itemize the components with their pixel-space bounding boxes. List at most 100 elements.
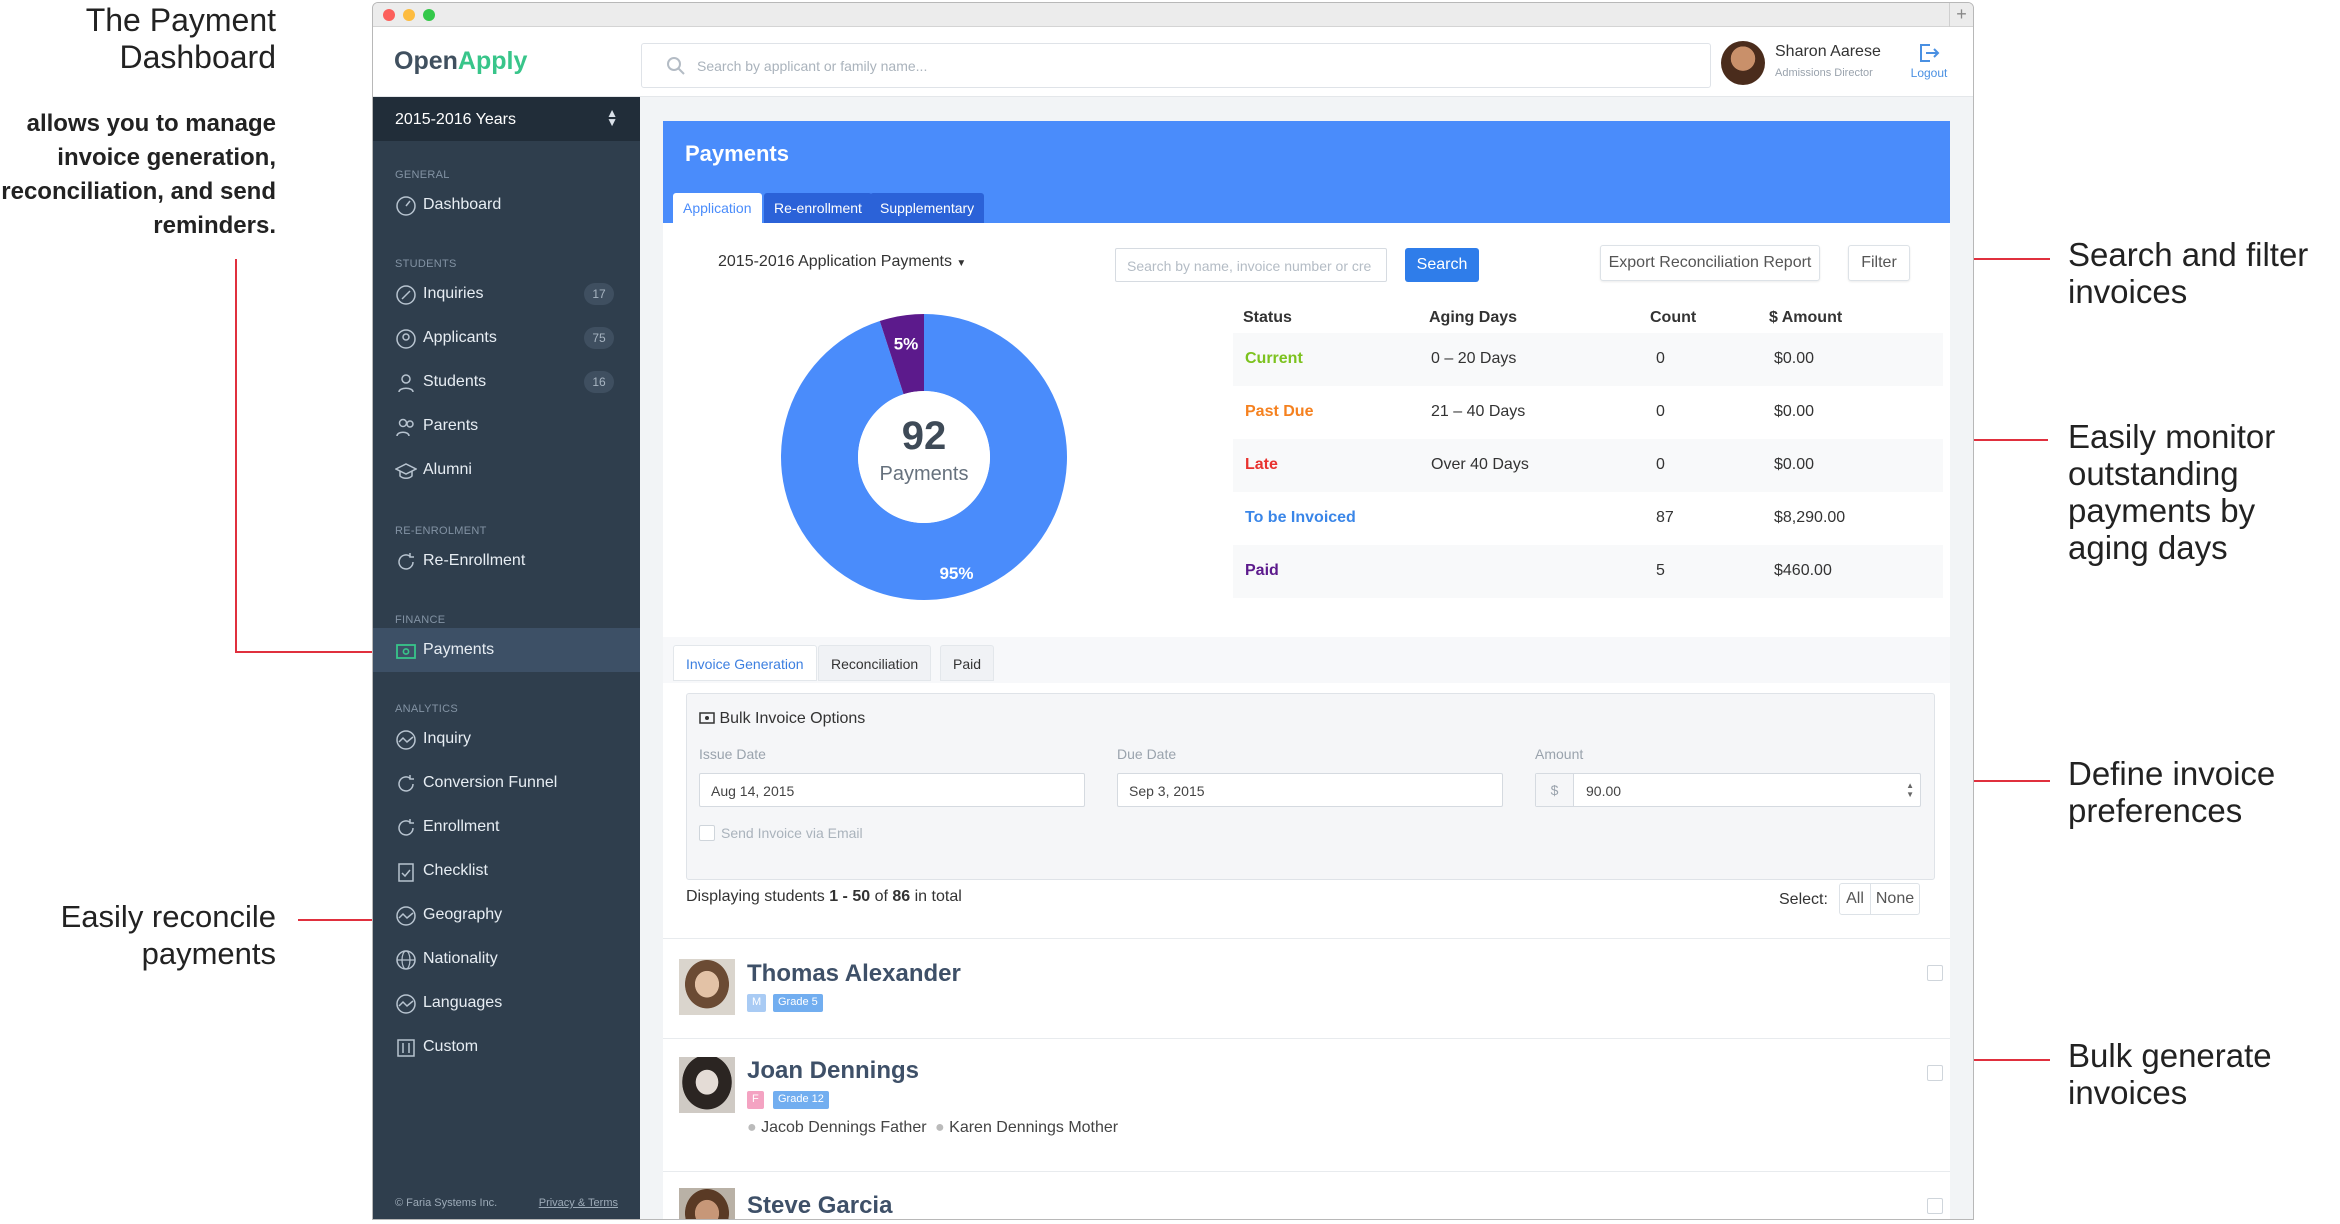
logout-button[interactable]: Logout (1907, 43, 1951, 80)
avatar[interactable] (1721, 41, 1765, 85)
sidebar-item-payments[interactable]: Payments (373, 628, 640, 672)
stepper-arrows-icon[interactable]: ▲ ▼ (1906, 781, 1914, 799)
student-name[interactable]: Joan Dennings (747, 1057, 919, 1085)
amount-value: 90.00 (1586, 783, 1622, 799)
table-row[interactable]: Past Due 21 – 40 Days 0 $0.00 (1233, 386, 1943, 439)
user-icon: ● (935, 1119, 945, 1136)
student-select-checkbox[interactable] (1927, 965, 1943, 981)
family-member[interactable]: Jacob Dennings Father (761, 1119, 926, 1136)
sidebar-item-dashboard[interactable]: Dashboard (373, 183, 640, 227)
list-item[interactable]: Joan Dennings F Grade 12 ● Jacob Denning… (663, 1038, 1950, 1171)
sidebar: 2015-2016 Years ▲ ▼ GENERAL Dashboard STU… (373, 97, 640, 1219)
app-logo[interactable]: OpenApply (394, 47, 527, 76)
issue-date-field[interactable]: Aug 14, 2015 (699, 773, 1085, 807)
sidebar-item-label: Conversion Funnel (423, 774, 558, 791)
sidebar-item-languages[interactable]: Languages (373, 981, 640, 1025)
due-date-field[interactable]: Sep 3, 2015 (1117, 773, 1503, 807)
select-all-button[interactable]: All (1839, 883, 1871, 915)
top-bar: OpenApply Search by applicant or family … (373, 27, 1973, 97)
amount-value: $0.00 (1774, 456, 1815, 473)
sidebar-item-label: Languages (423, 994, 503, 1011)
sidebar-item-parents[interactable]: Parents (373, 404, 640, 448)
sidebar-item-conversion-funnel[interactable]: Conversion Funnel (373, 761, 640, 805)
new-tab-icon[interactable]: + (1949, 3, 1973, 27)
sidebar-item-reenrollment[interactable]: Re-Enrollment (373, 539, 640, 583)
select-none-button[interactable]: None (1870, 883, 1920, 915)
gender-badge: F (747, 1091, 764, 1109)
sidebar-item-inquiries[interactable]: Inquiries 17 (373, 272, 640, 316)
count-badge: 17 (584, 283, 614, 305)
gender-badge: M (747, 994, 767, 1012)
export-report-button[interactable]: Export Reconciliation Report (1600, 245, 1820, 281)
sidebar-item-label: Inquiries (423, 285, 484, 302)
count-badge: 75 (584, 327, 614, 349)
list-item[interactable]: Steve Garcia (663, 1171, 1950, 1219)
line-chart-icon (396, 994, 416, 1014)
sidebar-item-label: Inquiry (423, 730, 472, 747)
table-row[interactable]: Paid 5 $460.00 (1233, 545, 1943, 598)
sidebar-item-checklist[interactable]: Checklist (373, 849, 640, 893)
sidebar-item-students[interactable]: Students 16 (373, 360, 640, 404)
annotation-define: Define invoice preferences (2068, 755, 2276, 829)
tab-supplementary[interactable]: Supplementary (870, 193, 985, 223)
donut-large-percent: 95% (939, 564, 973, 583)
sidebar-item-enrollment[interactable]: Enrollment (373, 805, 640, 849)
tab-paid[interactable]: Paid (940, 645, 995, 681)
users-icon (396, 418, 414, 437)
amount-stepper[interactable]: $ 90.00 ▲ ▼ (1535, 773, 1921, 807)
aging-value: 21 – 40 Days (1431, 403, 1526, 420)
sidebar-item-nationality[interactable]: Nationality (373, 937, 640, 981)
invoice-search-input[interactable]: Search by name, invoice number or cre (1115, 248, 1387, 282)
student-name[interactable]: Thomas Alexander (747, 960, 961, 988)
connector-line (235, 651, 393, 653)
logout-label: Logout (1910, 66, 1948, 80)
privacy-terms-link[interactable]: Privacy & Terms (539, 1197, 618, 1209)
tab-reenrollment[interactable]: Re-enrollment (764, 193, 872, 223)
student-select-checkbox[interactable] (1927, 1065, 1943, 1081)
sidebar-item-label: Nationality (423, 950, 498, 967)
annotation-reconcile: Easily reconcile payments (60, 899, 276, 971)
payments-period-dropdown[interactable]: 2015-2016 Application Payments ▼ (718, 253, 966, 271)
amount-value: $0.00 (1774, 403, 1815, 420)
sidebar-item-inquiry[interactable]: Inquiry (373, 717, 640, 761)
family-member[interactable]: Karen Dennings Mother (949, 1119, 1118, 1136)
annotation-title: The Payment Dashboard (85, 2, 276, 75)
donut-count: 92 (902, 414, 947, 458)
annotation-bulk: Bulk generate invoices (2068, 1037, 2272, 1111)
table-row[interactable]: To be Invoiced 87 $8,290.00 (1233, 492, 1943, 545)
zoom-window-button[interactable] (423, 9, 435, 21)
dropdown-label: 2015-2016 Application Payments (718, 253, 952, 270)
sidebar-item-geography[interactable]: Geography (373, 893, 640, 937)
refresh-icon (398, 553, 414, 570)
amount-value: $0.00 (1774, 350, 1815, 367)
tab-invoice-generation[interactable]: Invoice Generation (673, 645, 817, 681)
sidebar-item-alumni[interactable]: Alumni (373, 448, 640, 492)
student-select-checkbox[interactable] (1927, 1198, 1943, 1214)
filter-button[interactable]: Filter (1848, 245, 1910, 281)
search-button[interactable]: Search (1405, 248, 1479, 282)
sidebar-item-custom[interactable]: Custom (373, 1025, 640, 1069)
student-name[interactable]: Steve Garcia (747, 1192, 892, 1219)
global-search[interactable]: Search by applicant or family name... (641, 43, 1711, 88)
bulk-options-title-text: Bulk Invoice Options (719, 710, 866, 727)
year-selector[interactable]: 2015-2016 Years ▲ ▼ (373, 97, 640, 141)
tab-application[interactable]: Application (673, 193, 762, 223)
close-window-button[interactable] (383, 9, 395, 21)
sidebar-item-label: Enrollment (423, 818, 500, 835)
display-suffix: in total (914, 888, 962, 905)
table-row[interactable]: Late Over 40 Days 0 $0.00 (1233, 439, 1943, 492)
send-email-checkbox[interactable] (699, 825, 715, 841)
donut-label: Payments (880, 463, 969, 485)
tab-reconciliation[interactable]: Reconciliation (818, 645, 932, 681)
table-row[interactable]: Current 0 – 20 Days 0 $0.00 (1233, 333, 1943, 386)
caret-down-icon: ▼ (956, 258, 967, 269)
count-value: 5 (1656, 562, 1665, 579)
logo-text-open: Open (394, 47, 458, 75)
sidebar-item-applicants[interactable]: Applicants 75 (373, 316, 640, 360)
sidebar-item-label: Students (423, 373, 487, 390)
minimize-window-button[interactable] (403, 9, 415, 21)
user-circle-icon (396, 329, 416, 349)
due-date-label: Due Date (1117, 746, 1177, 762)
footer-company: © Faria Systems Inc. (395, 1197, 498, 1209)
list-item[interactable]: Thomas Alexander M Grade 5 (663, 938, 1950, 1038)
